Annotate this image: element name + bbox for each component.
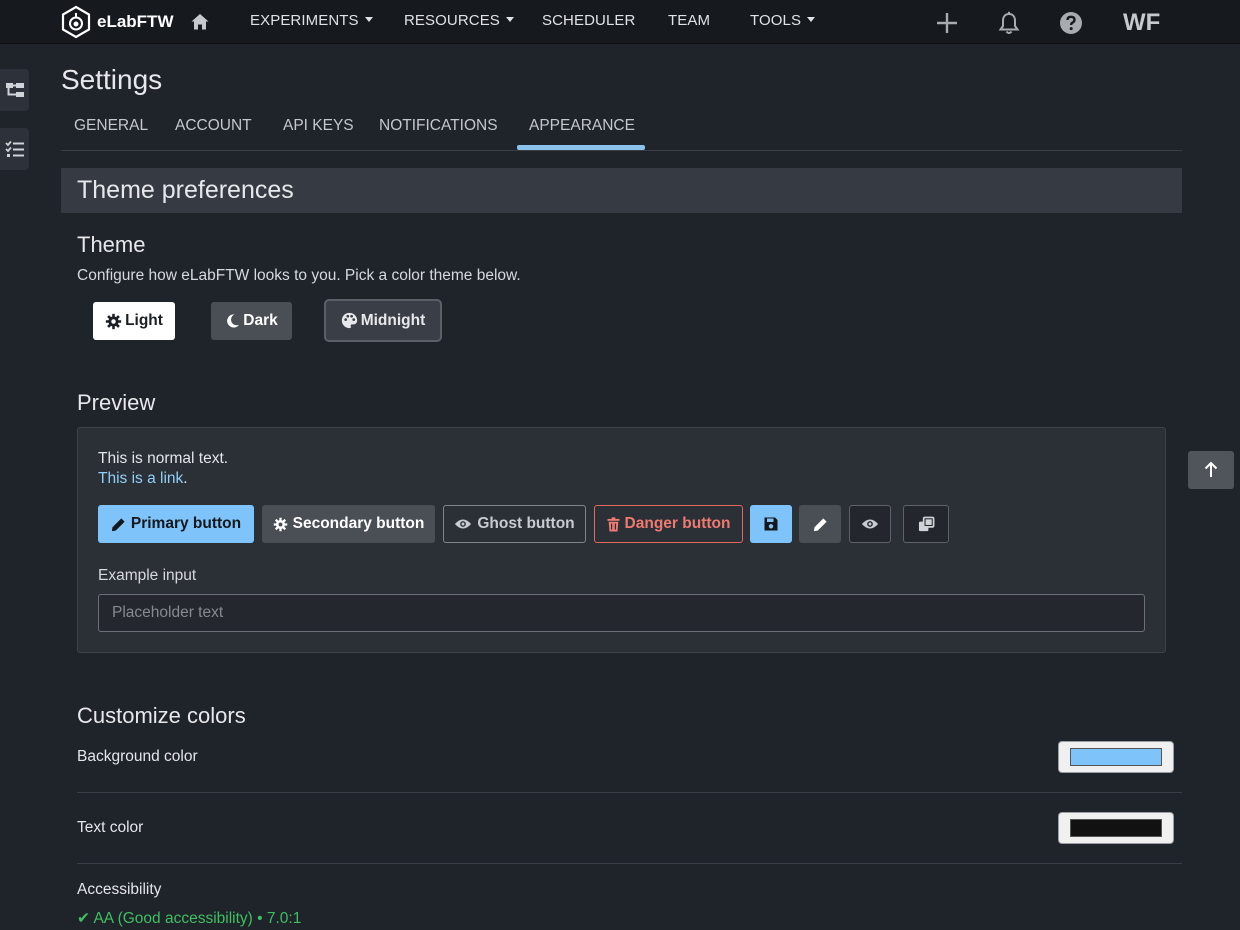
tree-toggle-tab[interactable] — [0, 69, 29, 111]
plus-icon — [937, 13, 957, 33]
preview-link[interactable]: This is a link — [98, 470, 183, 487]
accessibility-rating: ✔ AA (Good accessibility) • 7.0:1 — [77, 910, 302, 927]
tab-appearance[interactable]: APPEARANCE — [529, 117, 635, 135]
top-navbar: eLabFTW EXPERIMENTS RESOURCES SCHEDULER … — [0, 0, 1240, 44]
tab-api-keys[interactable]: API KEYS — [283, 117, 354, 135]
todo-list-tab[interactable] — [0, 128, 29, 170]
section-title: Theme preferences — [77, 176, 294, 204]
user-avatar[interactable]: WF — [1123, 9, 1160, 37]
preview-heading: Preview — [77, 390, 156, 415]
secondary-button[interactable]: Secondary button — [262, 505, 435, 543]
nav-team-label: TEAM — [668, 12, 711, 29]
preview-link-line: This is a link. — [98, 470, 188, 488]
text-color-picker[interactable] — [1058, 812, 1174, 844]
nav-scheduler-label: SCHEDULER — [542, 12, 636, 29]
home-icon — [191, 14, 209, 30]
primary-button-label: Primary button — [130, 515, 242, 532]
home-link[interactable] — [190, 12, 210, 37]
tab-general[interactable]: GENERAL — [74, 117, 148, 135]
create-button[interactable] — [935, 11, 959, 40]
theme-dark-label: Dark — [243, 312, 278, 329]
divider — [77, 863, 1182, 864]
nav-resources-label: RESOURCES — [404, 12, 500, 29]
nav-tools[interactable]: TOOLS — [750, 12, 816, 29]
gear-icon — [273, 517, 287, 531]
eye-icon — [861, 519, 879, 529]
nav-experiments-label: EXPERIMENTS — [250, 12, 359, 29]
danger-button-label: Danger button — [624, 515, 731, 532]
theme-midnight-label: Midnight — [360, 311, 426, 329]
nav-tools-label: TOOLS — [750, 12, 802, 29]
accessibility-label: Accessibility — [77, 881, 162, 898]
danger-button[interactable]: Danger button — [594, 505, 743, 543]
nav-experiments[interactable]: EXPERIMENTS — [250, 12, 373, 29]
duplicate-button[interactable] — [903, 505, 949, 543]
palette-icon — [341, 312, 357, 329]
text-color-label: Text color — [77, 819, 144, 836]
preview-link-suffix: . — [183, 470, 188, 487]
theme-light-button[interactable]: Light — [93, 302, 175, 340]
divider — [77, 792, 1182, 793]
secondary-button-label: Secondary button — [292, 515, 425, 532]
chevron-down-icon — [807, 17, 816, 22]
edit-button[interactable] — [799, 505, 841, 543]
theme-light-label: Light — [125, 312, 163, 329]
brand-name: eLabFTW — [97, 12, 174, 31]
gear-icon — [105, 313, 122, 329]
preview-normal-text: This is normal text. — [98, 450, 229, 467]
tabs-divider — [61, 150, 1182, 151]
preview-panel: This is normal text. This is a link. Pri… — [77, 427, 1166, 653]
brand-logo[interactable]: eLabFTW — [60, 5, 174, 39]
floppy-disk-icon — [764, 517, 778, 531]
example-input[interactable] — [98, 594, 1145, 632]
tab-account[interactable]: ACCOUNT — [175, 117, 252, 135]
background-color-picker[interactable] — [1058, 741, 1174, 773]
tab-notifications[interactable]: NOTIFICATIONS — [379, 117, 498, 135]
list-check-icon — [4, 140, 24, 157]
active-tab-indicator — [517, 145, 645, 150]
ghost-button[interactable]: Ghost button — [443, 505, 586, 543]
back-to-top-button[interactable] — [1188, 451, 1234, 489]
view-button[interactable] — [849, 505, 891, 543]
theme-description: Configure how eLabFTW looks to you. Pick… — [77, 267, 521, 284]
customize-colors-heading: Customize colors — [77, 703, 246, 728]
copy-icon — [918, 516, 934, 531]
arrow-up-icon — [1204, 462, 1218, 477]
nav-resources[interactable]: RESOURCES — [404, 12, 514, 29]
theme-midnight-button[interactable]: Midnight — [324, 299, 442, 342]
background-color-swatch — [1070, 748, 1162, 766]
question-circle-icon — [1060, 12, 1082, 34]
chevron-down-icon — [364, 17, 373, 22]
help-button[interactable] — [1059, 11, 1083, 40]
elabftw-logo-icon — [61, 5, 91, 39]
bell-icon — [998, 11, 1020, 34]
eye-icon — [455, 519, 472, 529]
primary-button[interactable]: Primary button — [98, 505, 254, 543]
text-color-swatch — [1070, 819, 1162, 837]
pencil-icon — [111, 517, 125, 531]
save-button[interactable] — [750, 505, 792, 543]
example-input-label: Example input — [98, 567, 197, 584]
notifications-button[interactable] — [998, 11, 1020, 40]
theme-dark-button[interactable]: Dark — [211, 302, 292, 340]
moon-icon — [227, 314, 240, 328]
pencil-icon — [813, 517, 827, 531]
trash-icon — [607, 516, 620, 531]
theme-preferences-header: Theme preferences — [61, 168, 1182, 213]
page-title: Settings — [61, 64, 163, 95]
background-color-label: Background color — [77, 748, 198, 765]
ghost-button-label: Ghost button — [477, 515, 575, 532]
nav-scheduler[interactable]: SCHEDULER — [542, 12, 635, 29]
nav-team[interactable]: TEAM — [668, 12, 710, 29]
chevron-down-icon — [505, 17, 514, 22]
sitemap-icon — [5, 83, 24, 97]
theme-heading: Theme — [77, 232, 146, 257]
